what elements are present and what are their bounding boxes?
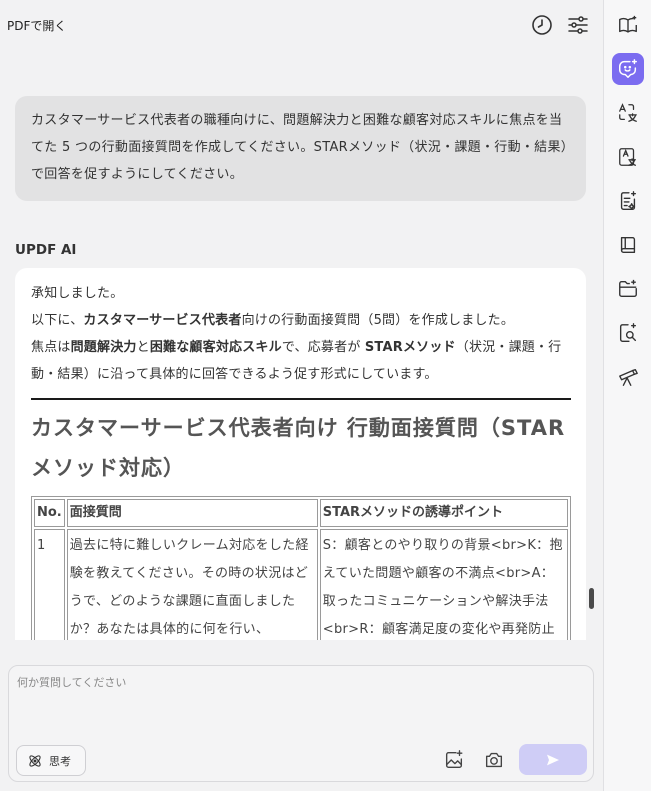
divider — [31, 398, 571, 400]
chat-scroll-area[interactable]: カスタマーサービス代表者の職種向けに、問題解決力と困難な顧客対応スキルに焦点を当… — [0, 50, 603, 640]
clock-icon[interactable] — [530, 13, 554, 37]
telescope-icon[interactable] — [612, 361, 644, 393]
book-icon[interactable] — [612, 229, 644, 261]
top-bar: PDFで開く — [0, 0, 603, 50]
camera-icon[interactable] — [483, 749, 505, 771]
book-sparkle-icon[interactable] — [612, 9, 644, 41]
user-message: カスタマーサービス代表者の職種向けに、問題解決力と困難な顧客対応スキルに焦点を当… — [15, 96, 586, 201]
ai-chat-icon[interactable] — [612, 53, 644, 85]
right-sidebar — [603, 0, 651, 791]
sliders-icon[interactable] — [566, 13, 590, 37]
search-ai-icon[interactable] — [612, 317, 644, 349]
think-label: 思考 — [49, 754, 71, 768]
question-input[interactable] — [17, 674, 577, 734]
response-heading: カスタマーサービス代表者向け 行動面接質問（STARメソッド対応） — [31, 416, 566, 480]
ai-response-card: 承知しました。 以下に、カスタマーサービス代表者向けの行動面接質問（5問）を作成… — [15, 268, 586, 640]
table-cell-no: 1 — [34, 529, 65, 640]
table-cell-star: S：顧客とのやり取りの背景<br>K：抱えていた問題や顧客の不満点<br>A：取… — [319, 529, 568, 640]
scrollbar-thumb[interactable] — [589, 588, 594, 609]
folder-sparkle-icon[interactable] — [612, 273, 644, 305]
send-button[interactable] — [519, 744, 587, 775]
ai-response-line: 承知しました。 — [31, 286, 124, 301]
atom-icon — [27, 753, 43, 769]
ai-name-label: UPDF AI — [15, 242, 77, 258]
chat-panel: PDFで開く カスタマーサービス代表者の職種向けに、問題解決力と困難な顧客対応ス… — [0, 0, 603, 791]
table-header-row: No. 面接質問 STARメソッドの誘導ポイント — [34, 499, 568, 527]
ai-response-line: 焦点は問題解決力と困難な顧客対応スキルで、応募者が STARメソッド（状況・課題… — [31, 340, 562, 382]
summarize-icon[interactable] — [612, 185, 644, 217]
column-header: No. — [34, 499, 65, 527]
table-row: 1 過去に特に難しいクレーム対応をした経験を教えてください。その時の状況はどうで… — [34, 529, 568, 640]
ai-response-line: 以下に、カスタマーサービス代表者向けの行動面接質問（5問）を作成しました。 — [31, 313, 515, 328]
chat-input-box: 思考 — [8, 665, 594, 782]
questions-table: No. 面接質問 STARメソッドの誘導ポイント 1 過去に特に難しいクレーム対… — [31, 496, 571, 640]
column-header: STARメソッドの誘導ポイント — [319, 499, 568, 527]
think-toggle-button[interactable]: 思考 — [16, 745, 86, 776]
table-cell-question: 過去に特に難しいクレーム対応をした経験を教えてください。その時の状況はどうで、ど… — [66, 529, 318, 640]
translate-page-icon[interactable] — [612, 141, 644, 173]
open-in-pdf-link[interactable]: PDFで開く — [7, 17, 66, 34]
column-header: 面接質問 — [66, 499, 318, 527]
image-sparkle-icon[interactable] — [443, 749, 465, 771]
translate-icon[interactable] — [612, 97, 644, 129]
send-icon — [545, 752, 561, 768]
